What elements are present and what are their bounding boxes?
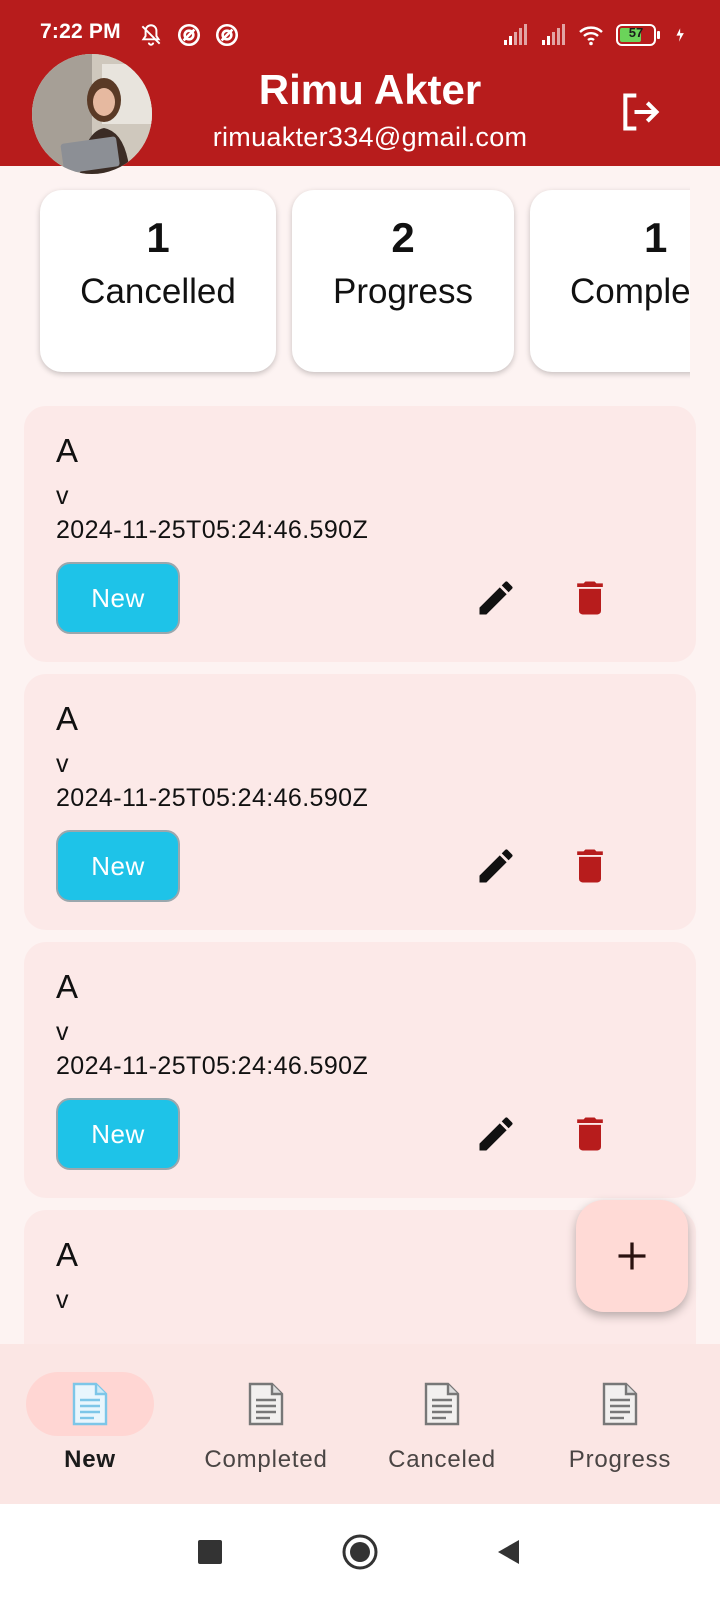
status-chip[interactable]: New [56, 830, 180, 902]
document-icon [72, 1382, 108, 1426]
data-saver-icon [177, 23, 201, 47]
logout-button[interactable] [616, 88, 664, 136]
edit-button[interactable] [472, 574, 520, 622]
summary-count: 2 [391, 214, 415, 261]
status-time: 7:22 PM [40, 20, 121, 43]
signal-icon [504, 24, 527, 45]
nav-label: Completed [204, 1446, 328, 1473]
task-description: v [56, 482, 69, 510]
plus-icon [618, 1242, 646, 1270]
status-left-icons [138, 22, 240, 48]
edit-button[interactable] [472, 1110, 520, 1158]
task-card: A v 2024-11-25T05:24:46.590Z New [24, 406, 696, 662]
avatar-image [32, 54, 152, 174]
summary-count: 1 [644, 214, 668, 261]
back-icon [498, 1540, 519, 1564]
battery-level: 57 [628, 25, 644, 40]
home-icon [342, 1534, 378, 1570]
battery-icon: 57 [616, 24, 662, 46]
pencil-icon [479, 581, 513, 615]
document-icon [424, 1382, 460, 1426]
summary-card-completed: 1 Completed [530, 190, 690, 372]
task-card: A v 2024-11-25T05:24:46.590Z New [24, 674, 696, 930]
task-card: A v 2024-11-25T05:24:46.590Z New [24, 942, 696, 1198]
nav-label: Canceled [388, 1446, 496, 1473]
delete-button[interactable] [566, 1110, 614, 1158]
task-title: A [56, 432, 79, 469]
user-email: rimuakter334@gmail.com [212, 122, 528, 152]
add-task-button[interactable] [576, 1200, 688, 1312]
status-chip[interactable]: New [56, 1098, 180, 1170]
task-date: 2024-11-25T05:24:46.590Z [56, 784, 369, 812]
back-button[interactable] [484, 1528, 532, 1576]
task-title: A [56, 1236, 79, 1273]
summary-count: 1 [146, 214, 170, 261]
signal-icon [542, 24, 565, 45]
pencil-icon [479, 1117, 513, 1151]
summary-label: Completed [570, 272, 690, 311]
task-description: v [56, 1018, 69, 1046]
document-icon [602, 1382, 638, 1426]
summary-label: Progress [332, 272, 474, 311]
recents-icon [198, 1540, 222, 1564]
summary-label: Cancelled [80, 272, 236, 311]
data-saver-icon [215, 23, 239, 47]
nav-item-new[interactable]: New [0, 1344, 180, 1504]
trash-icon [577, 849, 603, 883]
summary-strip[interactable]: 1 Cancelled 2 Progress 1 Completed [0, 170, 690, 390]
user-name: Rimu Akter [258, 66, 482, 113]
bottom-navigation: New Completed Canceled Progress [0, 1344, 720, 1504]
delete-button[interactable] [566, 842, 614, 890]
trash-icon [577, 581, 603, 615]
status-chip[interactable]: New [56, 562, 180, 634]
task-date: 2024-11-25T05:24:46.590Z [56, 516, 369, 544]
edit-button[interactable] [472, 842, 520, 890]
task-date: 2024-11-25T05:24:46.590Z [56, 1052, 369, 1080]
nav-item-progress[interactable]: Progress [530, 1344, 710, 1504]
task-title: A [56, 968, 79, 1005]
recents-button[interactable] [186, 1528, 234, 1576]
task-description: v [56, 1286, 69, 1314]
task-description: v [56, 750, 69, 778]
nav-label: New [64, 1446, 116, 1473]
app-header: 7:22 PM 57 Rimu Akter rimuakter334@gmail… [0, 0, 720, 174]
avatar[interactable] [32, 54, 152, 174]
delete-button[interactable] [566, 574, 614, 622]
logout-icon [623, 93, 660, 131]
status-right-icons: 57 [502, 22, 690, 48]
charging-icon [676, 28, 684, 42]
notifications-off-icon [141, 24, 161, 46]
nav-item-completed[interactable]: Completed [176, 1344, 356, 1504]
system-navigation-bar [0, 1504, 720, 1600]
summary-card-cancelled: 1 Cancelled [40, 190, 276, 372]
summary-card-progress: 2 Progress [292, 190, 514, 372]
task-title: A [56, 700, 79, 737]
document-icon [248, 1382, 284, 1426]
nav-label: Progress [568, 1446, 672, 1473]
wifi-icon [579, 26, 603, 46]
nav-item-canceled[interactable]: Canceled [352, 1344, 532, 1504]
home-button[interactable] [336, 1528, 384, 1576]
pencil-icon [479, 849, 513, 883]
trash-icon [577, 1117, 603, 1151]
